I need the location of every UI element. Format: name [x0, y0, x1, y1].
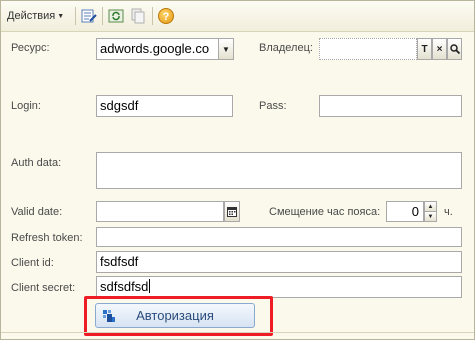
valid-date-field[interactable]: . . : :	[96, 201, 224, 222]
owner-field[interactable]	[319, 38, 417, 60]
actions-label: Действия	[7, 10, 56, 22]
login-label: Login:	[11, 100, 41, 112]
valid-date-label: Valid date:	[11, 206, 63, 218]
resource-label: Ресурс:	[11, 42, 50, 54]
resource-dropdown-button[interactable]: ▼	[218, 38, 234, 60]
bottom-divider	[1, 332, 474, 333]
form-window: Действия ▼ ? Ресурс: adwords.google.co ▼…	[0, 0, 475, 340]
auth-data-label: Auth data:	[11, 157, 62, 169]
resource-field[interactable]: adwords.google.co	[96, 38, 234, 60]
tz-offset-value: 0	[411, 204, 419, 219]
copy-button[interactable]	[128, 6, 148, 26]
toolbar-separator	[152, 7, 153, 25]
edit-list-icon	[81, 9, 97, 23]
calendar-icon	[227, 206, 237, 217]
refresh-token-label: Refresh token:	[11, 232, 83, 244]
refresh-button[interactable]	[106, 6, 126, 26]
copy-icon	[131, 8, 145, 24]
client-id-field[interactable]: fsdfsdf	[96, 251, 462, 273]
tz-offset-field[interactable]: 0	[386, 201, 424, 222]
auth-data-field[interactable]	[96, 152, 462, 189]
client-secret-field[interactable]: sdfsdfsd	[96, 276, 462, 298]
close-icon: ×	[436, 43, 443, 55]
search-icon	[449, 44, 460, 54]
edit-list-button[interactable]	[79, 6, 99, 26]
chevron-down-icon: ▼	[57, 13, 65, 20]
client-secret-label: Client secret:	[11, 282, 76, 294]
authorize-label: Авторизация	[136, 308, 214, 323]
help-icon: ?	[158, 8, 174, 24]
pass-field[interactable]	[319, 95, 462, 117]
toolbar-separator	[102, 7, 103, 25]
authorize-icon	[103, 310, 115, 322]
chevron-down-icon: ▼	[222, 44, 230, 54]
resource-value: adwords.google.co	[100, 41, 210, 56]
client-secret-value: sdfsdfsd	[100, 279, 149, 294]
pass-label: Pass:	[259, 100, 287, 112]
owner-clear-button[interactable]: ×	[432, 38, 447, 60]
help-button[interactable]: ?	[156, 6, 176, 26]
calendar-button[interactable]	[224, 201, 240, 222]
toolbar: Действия ▼ ?	[1, 1, 474, 32]
client-id-value: fsdfsdf	[100, 254, 139, 269]
refresh-icon	[108, 9, 124, 23]
refresh-token-field[interactable]	[96, 227, 462, 247]
type-letter-icon: T	[421, 43, 428, 55]
owner-type-button[interactable]: T	[417, 38, 432, 60]
chevron-down-icon: ▼	[427, 213, 434, 220]
actions-menu-button[interactable]: Действия ▼	[5, 6, 73, 26]
tz-offset-unit: ч.	[444, 206, 453, 218]
client-id-label: Client id:	[11, 257, 54, 269]
login-field[interactable]: sdgsdf	[96, 95, 233, 117]
text-cursor	[149, 279, 151, 293]
chevron-up-icon: ▲	[427, 203, 434, 210]
toolbar-separator	[75, 7, 76, 25]
owner-search-button[interactable]	[447, 38, 462, 60]
tz-offset-label: Смещение час пояса:	[269, 206, 381, 218]
authorize-button[interactable]: Авторизация	[95, 303, 255, 328]
owner-label: Владелец:	[259, 42, 313, 54]
tz-offset-down-button[interactable]: ▼	[424, 211, 437, 222]
login-value: sdgsdf	[100, 98, 139, 113]
